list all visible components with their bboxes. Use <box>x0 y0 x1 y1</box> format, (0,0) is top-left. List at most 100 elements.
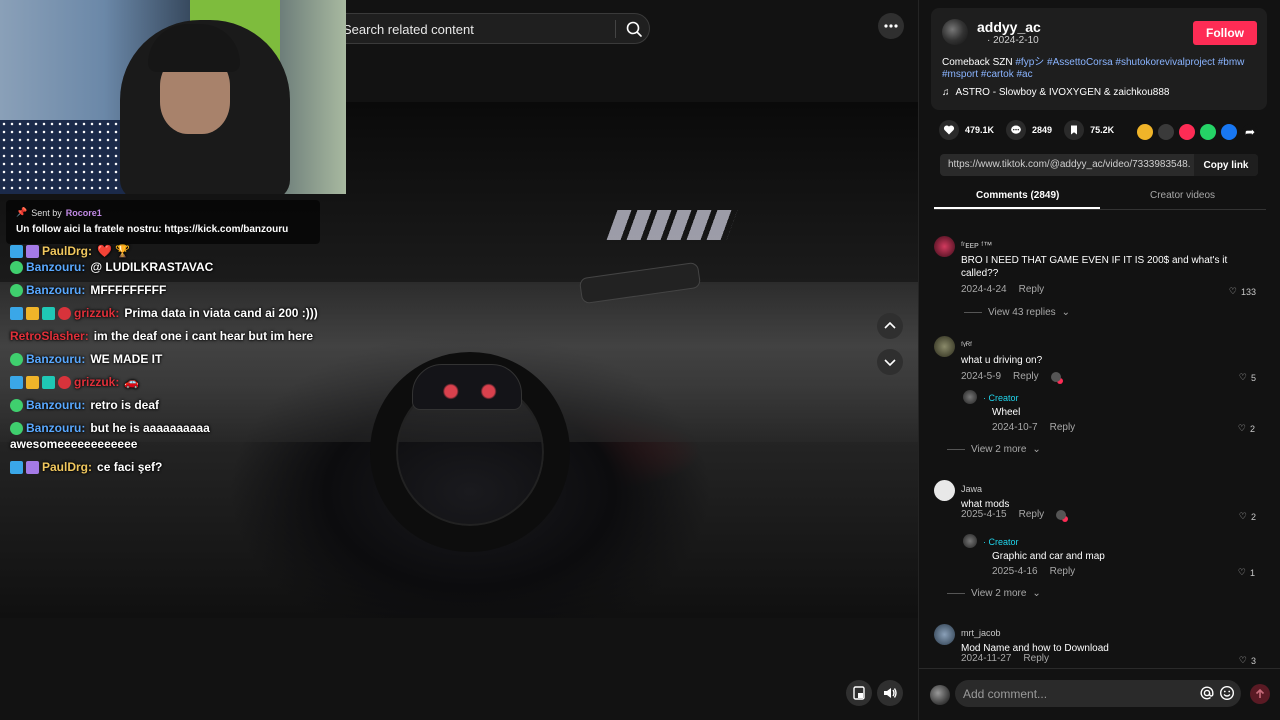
hashtag[interactable]: #msport <box>942 69 978 80</box>
arrow-up-icon <box>1255 688 1265 698</box>
heart-outline-icon: ♡ <box>1228 286 1237 296</box>
comment-like-count: 133 <box>1240 286 1256 297</box>
more-options-button[interactable] <box>878 13 904 39</box>
comment-like-button[interactable]: ♡ 1 <box>1238 567 1255 578</box>
view-replies-button[interactable]: View 43 replies ⌄ <box>964 307 1070 318</box>
commenter-name[interactable]: Jawa <box>961 484 982 494</box>
share-arrow-icon[interactable]: ➦ <box>1242 124 1258 140</box>
whatsapp-icon[interactable] <box>1200 124 1216 140</box>
chat-message: ❤️ 🏆 <box>97 244 131 258</box>
view-replies-label[interactable]: View 43 replies <box>988 307 1056 318</box>
commenter-avatar[interactable] <box>934 480 955 501</box>
view-more-replies-button[interactable]: View 2 more ⌄ <box>947 444 1041 455</box>
commenter-avatar[interactable] <box>934 236 955 257</box>
comment-meta: 2025-4-15 Reply <box>961 509 1067 520</box>
comment-like-button[interactable]: ♡ 5 <box>1239 372 1256 383</box>
hashtag[interactable]: #cartok <box>981 69 1014 80</box>
author-name[interactable]: addyy_ac <box>977 19 1041 35</box>
replier-avatar[interactable] <box>963 390 977 404</box>
reply-button[interactable]: Reply <box>1019 509 1045 520</box>
reply-button[interactable]: Reply <box>1013 371 1039 382</box>
chat-line: Banzouru: but he is aaaaaaaaaa <box>10 421 210 435</box>
tab-creator-videos[interactable]: Creator videos <box>1150 190 1215 201</box>
comment-button[interactable]: 2849 <box>1006 120 1052 140</box>
commenter-avatar[interactable] <box>934 624 955 645</box>
divider-line <box>947 449 965 450</box>
hashtag[interactable]: #AssettoCorsa <box>1047 57 1113 68</box>
reply-button[interactable]: Reply <box>1050 422 1076 433</box>
tab-comments[interactable]: Comments (2849) <box>976 190 1059 201</box>
hashtag[interactable]: #fypシ <box>1015 57 1044 68</box>
save-count: 75.2K <box>1090 125 1115 135</box>
music-title[interactable]: ASTRO - Slowboy & IVOXYGEN & zaichkou888 <box>956 87 1170 98</box>
search-input[interactable] <box>343 19 603 39</box>
mention-icon[interactable] <box>1199 685 1215 701</box>
embed-icon[interactable] <box>1158 124 1174 140</box>
comment-meta: 2025-4-16 Reply <box>992 566 1075 577</box>
coin-icon[interactable] <box>1137 124 1153 140</box>
chat-message: MFFFFFFFFF <box>90 283 167 297</box>
reply-button[interactable]: Reply <box>1023 653 1049 664</box>
comment-like-count: 1 <box>1249 567 1255 578</box>
replier-avatar[interactable] <box>963 534 977 548</box>
chat-username: Banzouru: <box>26 421 86 435</box>
commenter-avatar[interactable] <box>934 336 955 357</box>
comment-like-count: 2 <box>1250 511 1256 522</box>
commenter-name[interactable]: mrt_jacob <box>961 628 1001 638</box>
follow-button[interactable]: Follow <box>1193 21 1257 45</box>
hashtag[interactable]: #ac <box>1016 69 1032 80</box>
comment-box[interactable] <box>955 680 1241 707</box>
comment-icon <box>1006 120 1027 140</box>
comment-like-button[interactable]: ♡ 2 <box>1239 511 1256 522</box>
author-avatar[interactable] <box>942 19 968 45</box>
music-info[interactable]: ♫ ASTRO - Slowboy & IVOXYGEN & zaichkou8… <box>942 87 1169 98</box>
rank-badge-icon <box>58 375 71 389</box>
previous-video-button[interactable] <box>877 313 903 339</box>
verified-badge-icon <box>10 260 23 274</box>
emoji-icon[interactable] <box>1219 685 1235 701</box>
save-button[interactable]: 75.2K <box>1064 120 1114 140</box>
reply-button[interactable]: Reply <box>1050 566 1076 577</box>
divider-line <box>947 593 965 594</box>
chat-line: Banzouru: retro is deaf <box>10 398 159 412</box>
hashtag[interactable]: #shutokorevivalproject <box>1115 57 1215 68</box>
send-comment-button[interactable] <box>1250 684 1270 704</box>
comment-like-button[interactable]: ♡ 3 <box>1239 655 1256 666</box>
post-date: · 2024-2-10 <box>987 35 1039 46</box>
comment-date: 2024-5-9 <box>961 371 1002 382</box>
right-panel: addyy_ac · 2024-2-10 Follow Comeback SZN… <box>918 0 1280 720</box>
chat-message: awesomeeeeeeeeeeee <box>10 437 138 451</box>
comment-like-button[interactable]: ♡ 2 <box>1238 423 1255 434</box>
chat-line: grizzuk: Prima data in viata cand ai 200… <box>10 306 318 320</box>
volume-button[interactable] <box>877 680 903 706</box>
verified-badge-icon <box>10 421 23 435</box>
search-icon[interactable] <box>623 18 645 40</box>
facebook-icon[interactable] <box>1221 124 1237 140</box>
chat-line: Banzouru: MFFFFFFFFF <box>10 283 166 297</box>
hashtag[interactable]: #bmw <box>1218 57 1245 68</box>
comment-text: BRO I NEED THAT GAME EVEN IF IT IS 200$ … <box>961 255 1228 279</box>
search-bar[interactable] <box>330 13 650 44</box>
next-video-button[interactable] <box>877 349 903 375</box>
comment-date: 2024-4-24 <box>961 284 1007 295</box>
heart-outline-icon: ♡ <box>1238 655 1247 665</box>
view-more-replies-button[interactable]: View 2 more ⌄ <box>947 588 1041 599</box>
video-link[interactable]: https://www.tiktok.com/@addyy_ac/video/7… <box>948 159 1190 170</box>
commenter-name[interactable]: ᶠᵞᴿᶠ <box>961 340 972 350</box>
reply-button[interactable]: Reply <box>1019 284 1045 295</box>
view-more-label[interactable]: View 2 more <box>971 588 1026 599</box>
heart-outline-icon: ♡ <box>1237 567 1246 577</box>
view-more-label[interactable]: View 2 more <box>971 444 1026 455</box>
sent-notification: 📌 Sent by Rocore1 Un follow aici la frat… <box>6 200 320 244</box>
divider-line <box>964 312 982 313</box>
like-button[interactable]: 479.1K <box>939 120 994 140</box>
copy-link-button[interactable]: Copy link <box>1194 154 1258 176</box>
reply-item: · Creator Graphic and car and map 2025-4… <box>947 530 1273 600</box>
picture-in-picture-button[interactable] <box>846 680 872 706</box>
comment-input[interactable] <box>963 685 1193 702</box>
comment-like-button[interactable]: ♡ 133 <box>1229 286 1256 297</box>
chat-username: Banzouru: <box>26 352 86 366</box>
send-to-friends-icon[interactable] <box>1179 124 1195 140</box>
commenter-name[interactable]: ᶠʳᴇᴇᴘ ᶠ™ <box>961 240 992 250</box>
comment-meta: 2024-11-27 Reply <box>961 653 1049 664</box>
